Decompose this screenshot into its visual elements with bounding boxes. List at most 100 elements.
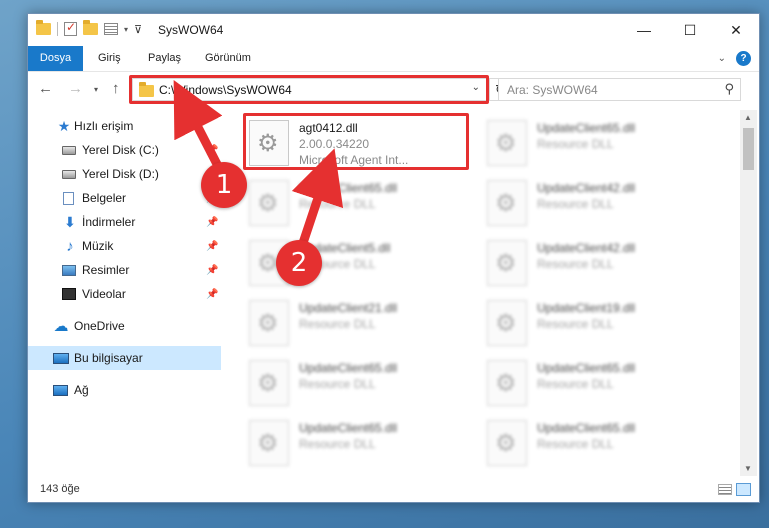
file-item[interactable]: UpdateClient65.dll Resource DLL: [479, 416, 709, 472]
file-item[interactable]: UpdateClient65.dll Resource DLL: [479, 356, 709, 414]
back-arrow-icon[interactable]: ←: [38, 80, 53, 97]
file-name: UpdateClient65.dll: [537, 421, 636, 435]
ribbon-controls: ⌄ ?: [718, 51, 751, 66]
sidebar-item-music[interactable]: ♪ Müzik 📌: [28, 234, 221, 258]
sidebar-item-label: Bu bilgisayar: [74, 351, 143, 365]
file-item[interactable]: UpdateClient65.dll Resource DLL: [241, 356, 471, 414]
tab-paylas[interactable]: Paylaş: [136, 46, 193, 71]
sidebar-item-onedrive[interactable]: ☁ OneDrive: [28, 314, 221, 338]
file-type: Resource DLL: [537, 377, 614, 391]
file-name: UpdateClient65.dll: [537, 361, 636, 375]
file-type: Resource DLL: [299, 317, 376, 331]
sidebar-item-label: İndirmeler: [82, 215, 136, 229]
vertical-scrollbar[interactable]: ▲ ▼: [740, 110, 757, 476]
file-name: UpdateClient19.dll: [537, 301, 636, 315]
sidebar-item-quick-access[interactable]: ★ Hızlı erişim: [28, 114, 221, 138]
chevron-down-icon[interactable]: ▾: [124, 25, 128, 34]
step-badge-2: 2: [276, 240, 322, 286]
pin-icon[interactable]: 📌: [206, 145, 218, 156]
file-name: UpdateClient65.dll: [537, 121, 636, 135]
tab-gorunum[interactable]: Görünüm: [193, 46, 263, 71]
scroll-down-icon[interactable]: ▼: [744, 464, 752, 473]
drive-icon: [62, 169, 76, 179]
view-options-icon[interactable]: [104, 23, 118, 35]
search-icon[interactable]: ⚲: [724, 81, 734, 97]
toolbar-separator: [57, 22, 58, 36]
up-arrow-icon[interactable]: ↑: [112, 80, 120, 97]
explorer-window: ▾ ⊽ SysWOW64 — ☐ ✕ Dosya Giriş Paylaş Gö…: [27, 13, 760, 503]
customize-toolbar-icon[interactable]: ⊽: [134, 23, 142, 36]
help-icon[interactable]: ?: [736, 51, 751, 66]
sidebar-item-local-disk-c[interactable]: Yerel Disk (C:) 📌: [28, 138, 221, 162]
maximize-button[interactable]: ☐: [667, 14, 713, 46]
tab-dosya[interactable]: Dosya: [28, 46, 83, 71]
tab-giris[interactable]: Giriş: [86, 46, 133, 71]
sidebar-item-this-pc[interactable]: Bu bilgisayar: [28, 346, 221, 370]
file-type: Resource DLL: [537, 437, 614, 451]
folder-icon: [36, 20, 51, 35]
recent-locations-icon[interactable]: ▾: [94, 85, 98, 94]
sidebar-item-local-disk-d[interactable]: Yerel Disk (D:) 📌: [28, 162, 221, 186]
pin-icon[interactable]: 📌: [206, 217, 218, 228]
file-name: UpdateClient65.dll: [299, 421, 398, 435]
sidebar-item-label: Videolar: [82, 287, 126, 301]
file-item[interactable]: UpdateClient21.dll Resource DLL: [241, 296, 471, 354]
title-bar: ▾ ⊽ SysWOW64 — ☐ ✕: [28, 14, 759, 46]
quick-access-toolbar: ▾ ⊽: [36, 20, 142, 36]
close-button[interactable]: ✕: [713, 14, 759, 46]
details-view-icon[interactable]: [718, 484, 732, 495]
download-arrow-icon: ⬇: [64, 213, 76, 230]
film-icon: [62, 288, 76, 300]
large-icons-view-icon[interactable]: [736, 483, 751, 496]
dll-file-icon: [249, 300, 289, 346]
forward-arrow-icon[interactable]: →: [68, 80, 83, 97]
file-item[interactable]: UpdateClient42.dll Resource DLL: [479, 236, 709, 294]
pin-icon[interactable]: 📌: [206, 241, 218, 252]
sidebar-item-pictures[interactable]: Resimler 📌: [28, 258, 221, 282]
file-name: UpdateClient21.dll: [299, 301, 398, 315]
search-input[interactable]: [499, 79, 699, 100]
file-type: Resource DLL: [299, 437, 376, 451]
file-item[interactable]: UpdateClient19.dll Resource DLL: [479, 296, 709, 354]
file-item[interactable]: UpdateClient42.dll Resource DLL: [479, 176, 709, 234]
new-folder-icon[interactable]: [83, 20, 98, 35]
sidebar-item-downloads[interactable]: ⬇ İndirmeler 📌: [28, 210, 221, 234]
navigation-pane: ★ Hızlı erişim Yerel Disk (C:) 📌 Yerel D…: [28, 112, 221, 472]
dll-file-icon: [249, 420, 289, 466]
address-highlight-box: [129, 75, 489, 104]
file-item[interactable]: UpdateClient65.dll Resource DLL: [241, 416, 471, 472]
file-type: Resource DLL: [537, 257, 614, 271]
properties-icon[interactable]: [64, 20, 77, 36]
documents-icon: [63, 191, 74, 205]
pin-icon[interactable]: 📌: [206, 289, 218, 300]
music-note-icon: ♪: [66, 237, 74, 255]
scroll-up-icon[interactable]: ▲: [744, 113, 752, 122]
file-name: UpdateClient65.dll: [299, 361, 398, 375]
sidebar-item-label: OneDrive: [74, 319, 125, 333]
dll-file-icon: [487, 120, 527, 166]
pin-icon[interactable]: 📌: [206, 265, 218, 276]
search-box[interactable]: ⚲: [498, 78, 741, 101]
sidebar-item-videos[interactable]: Videolar 📌: [28, 282, 221, 306]
file-name: UpdateClient42.dll: [537, 241, 636, 255]
file-highlight-box: [243, 113, 469, 170]
dll-file-icon: [249, 360, 289, 406]
sidebar-item-label: Resimler: [82, 263, 130, 277]
expand-ribbon-icon[interactable]: ⌄: [718, 53, 726, 64]
sidebar-item-label: Belgeler: [82, 191, 127, 205]
dll-file-icon: [487, 420, 527, 466]
computer-icon: [53, 352, 69, 364]
file-item[interactable]: UpdateClient65.dll Resource DLL: [479, 116, 709, 174]
window-title: SysWOW64: [158, 23, 224, 37]
scroll-thumb[interactable]: [743, 128, 754, 170]
sidebar-item-label: Hızlı erişim: [74, 119, 134, 133]
sidebar-item-label: Yerel Disk (C:): [82, 143, 159, 157]
dll-file-icon: [487, 180, 527, 226]
file-item[interactable]: UpdateClient65.dll Resource DLL: [241, 176, 471, 234]
drive-icon: [62, 145, 76, 155]
sidebar-item-documents[interactable]: Belgeler 📌: [28, 186, 221, 210]
sidebar-item-label: Müzik: [82, 239, 114, 253]
file-type: Resource DLL: [537, 197, 614, 211]
sidebar-item-network[interactable]: Ağ: [28, 378, 221, 402]
minimize-button[interactable]: —: [621, 14, 667, 46]
